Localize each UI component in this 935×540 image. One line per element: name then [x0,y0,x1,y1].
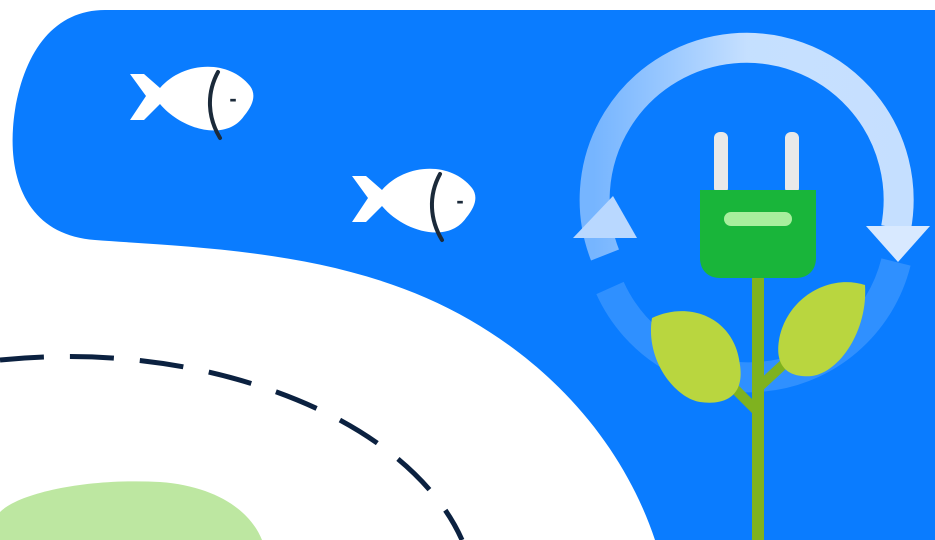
eco-energy-illustration: - - [0,10,935,540]
grass-patch [0,481,262,540]
fish-eye-mark: - [229,86,236,111]
fish-eye-mark: - [456,188,463,213]
